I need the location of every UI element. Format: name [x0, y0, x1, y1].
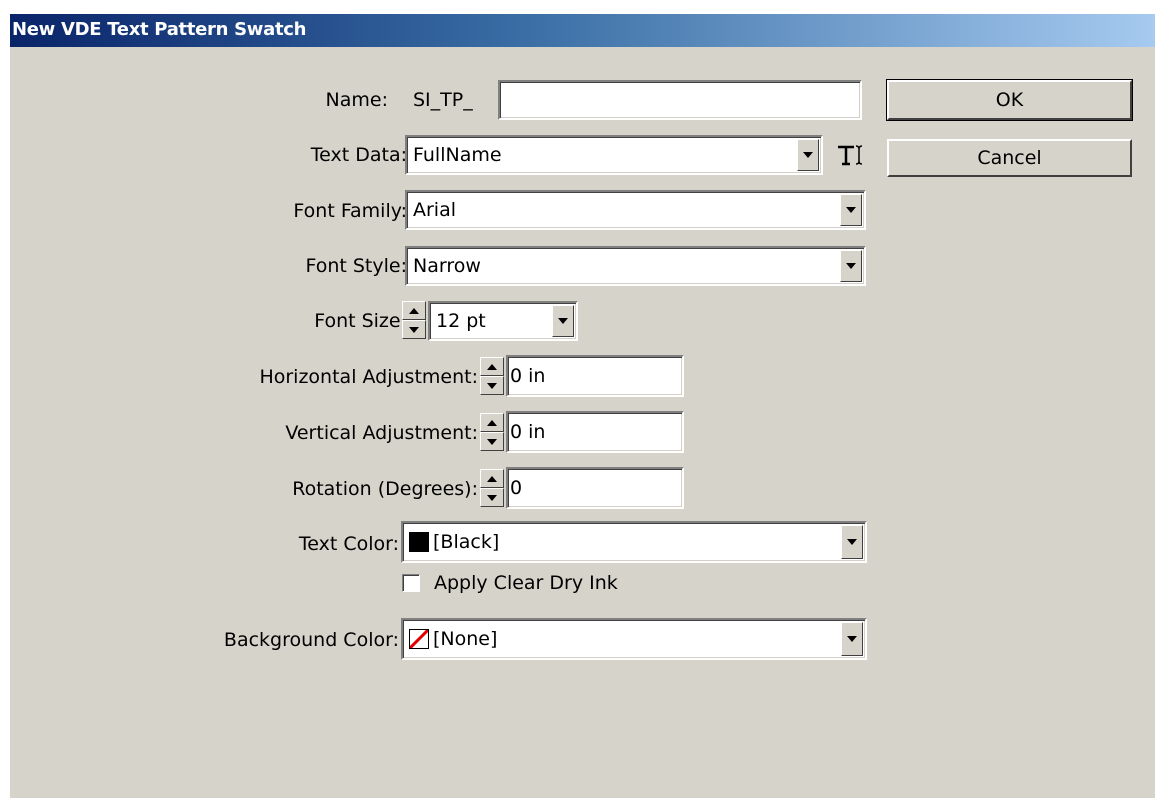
- font-style-label: Font Style:: [305, 255, 407, 277]
- dialog-window: New VDE Text Pattern Swatch Name: SI_TP_…: [10, 14, 1155, 798]
- chevron-down-icon[interactable]: [841, 622, 863, 656]
- name-prefix: SI_TP_: [413, 89, 473, 111]
- font-size-label: Font Size:: [314, 310, 407, 332]
- dialog-title: New VDE Text Pattern Swatch: [12, 19, 307, 40]
- ok-button[interactable]: OK: [886, 79, 1133, 121]
- rotation-input[interactable]: 0: [506, 467, 684, 509]
- name-input[interactable]: [498, 80, 862, 120]
- font-family-dropdown[interactable]: Arial: [405, 190, 866, 230]
- stepper-up-icon[interactable]: [480, 413, 504, 432]
- title-bar[interactable]: New VDE Text Pattern Swatch: [10, 14, 1155, 47]
- text-color-value: [Black]: [433, 531, 500, 553]
- apply-clear-dry-ink-label[interactable]: Apply Clear Dry Ink: [434, 572, 618, 594]
- stepper-up-icon[interactable]: [402, 301, 426, 320]
- stepper-down-icon[interactable]: [480, 376, 504, 395]
- font-style-dropdown[interactable]: Narrow: [405, 246, 866, 286]
- text-color-dropdown[interactable]: [Black]: [401, 521, 867, 563]
- none-swatch-icon: [409, 629, 429, 649]
- cancel-button[interactable]: Cancel: [887, 139, 1132, 177]
- horizontal-adjustment-stepper: [480, 357, 504, 395]
- horizontal-adjustment-input[interactable]: 0 in: [506, 355, 684, 397]
- chevron-down-icon[interactable]: [552, 305, 574, 337]
- vertical-adjustment-input[interactable]: 0 in: [506, 411, 684, 453]
- font-family-label: Font Family:: [293, 200, 407, 222]
- rotation-stepper: [480, 469, 504, 507]
- text-data-value: FullName: [413, 144, 502, 166]
- stepper-up-icon[interactable]: [480, 469, 504, 488]
- stepper-up-icon[interactable]: [480, 357, 504, 376]
- background-color-label: Background Color:: [223, 629, 399, 651]
- background-color-dropdown[interactable]: [None]: [401, 618, 867, 660]
- text-data-label: Text Data:: [310, 144, 407, 166]
- chevron-down-icon[interactable]: [840, 250, 862, 282]
- chevron-down-icon[interactable]: [841, 525, 863, 559]
- font-size-stepper: [402, 301, 426, 339]
- apply-clear-dry-ink-checkbox[interactable]: [402, 574, 420, 592]
- stepper-down-icon[interactable]: [480, 488, 504, 507]
- chevron-down-icon[interactable]: [840, 194, 862, 226]
- vertical-adjustment-stepper: [480, 413, 504, 451]
- font-style-value: Narrow: [413, 255, 481, 277]
- font-size-value: 12 pt: [436, 310, 486, 332]
- text-insert-icon[interactable]: [834, 140, 864, 170]
- vertical-adjustment-label: Vertical Adjustment:: [285, 422, 478, 444]
- font-size-dropdown[interactable]: 12 pt: [428, 301, 578, 341]
- rotation-label: Rotation (Degrees):: [292, 478, 478, 500]
- black-swatch-icon: [409, 532, 429, 552]
- name-label: Name:: [325, 89, 388, 111]
- stepper-down-icon[interactable]: [402, 320, 426, 339]
- text-data-dropdown[interactable]: FullName: [405, 135, 823, 175]
- horizontal-adjustment-label: Horizontal Adjustment:: [259, 366, 478, 388]
- background-color-value: [None]: [433, 628, 498, 650]
- stepper-down-icon[interactable]: [480, 432, 504, 451]
- text-color-label: Text Color:: [298, 533, 399, 555]
- chevron-down-icon[interactable]: [797, 139, 819, 171]
- font-family-value: Arial: [413, 199, 457, 221]
